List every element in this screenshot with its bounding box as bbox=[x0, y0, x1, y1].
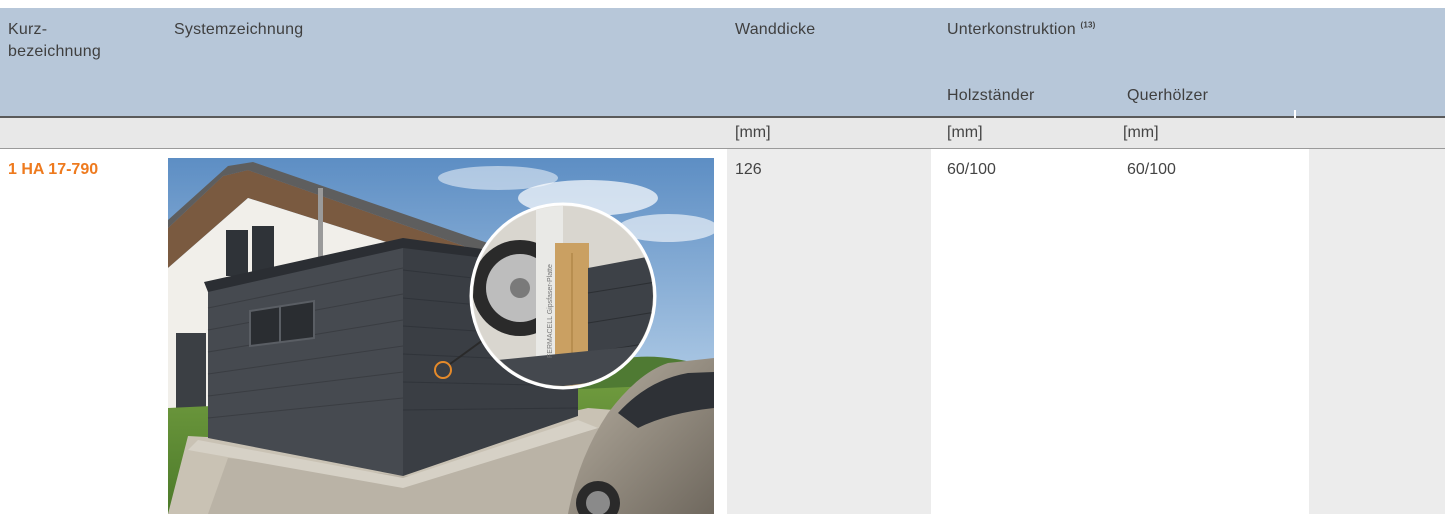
plate-label: FERMACELL Gipsfaser-Platte bbox=[547, 264, 554, 358]
unit-holzstaender: [mm] bbox=[947, 124, 983, 141]
unit-row bbox=[0, 118, 1445, 148]
table-row-kurzbezeichnung: 1 HA 17-790 bbox=[8, 161, 99, 178]
table-row-wanddicke: 126 bbox=[735, 161, 762, 178]
header-unterkonstruktion-label: Unterkonstruktion bbox=[947, 21, 1076, 38]
system-drawing-image: FERMACELL Gipsfaser-Platte bbox=[168, 158, 714, 514]
unit-row-rule bbox=[0, 148, 1445, 149]
footnote-ref: (13) bbox=[1080, 20, 1096, 30]
header-querhoelzer: Querhölzer bbox=[1127, 87, 1209, 104]
header-wanddicke: Wanddicke bbox=[735, 21, 816, 38]
header-kurz-line2: bezeichnung bbox=[8, 43, 101, 60]
table-row-querhoelzer: 60/100 bbox=[1127, 161, 1176, 178]
header-systemzeichnung: Systemzeichnung bbox=[174, 21, 304, 38]
header-separator bbox=[1294, 110, 1296, 118]
header-holzstaender: Holzständer bbox=[947, 87, 1035, 104]
column-shade-last bbox=[1309, 149, 1445, 514]
table-row-holzstaender: 60/100 bbox=[947, 161, 996, 178]
unit-querhoelzer: [mm] bbox=[1123, 124, 1159, 141]
unit-wanddicke: [mm] bbox=[735, 124, 771, 141]
header-kurz-line1: Kurz- bbox=[8, 21, 48, 38]
column-shade-wanddicke bbox=[727, 149, 931, 514]
header-unterkonstruktion: Unterkonstruktion (13) bbox=[947, 19, 1095, 40]
